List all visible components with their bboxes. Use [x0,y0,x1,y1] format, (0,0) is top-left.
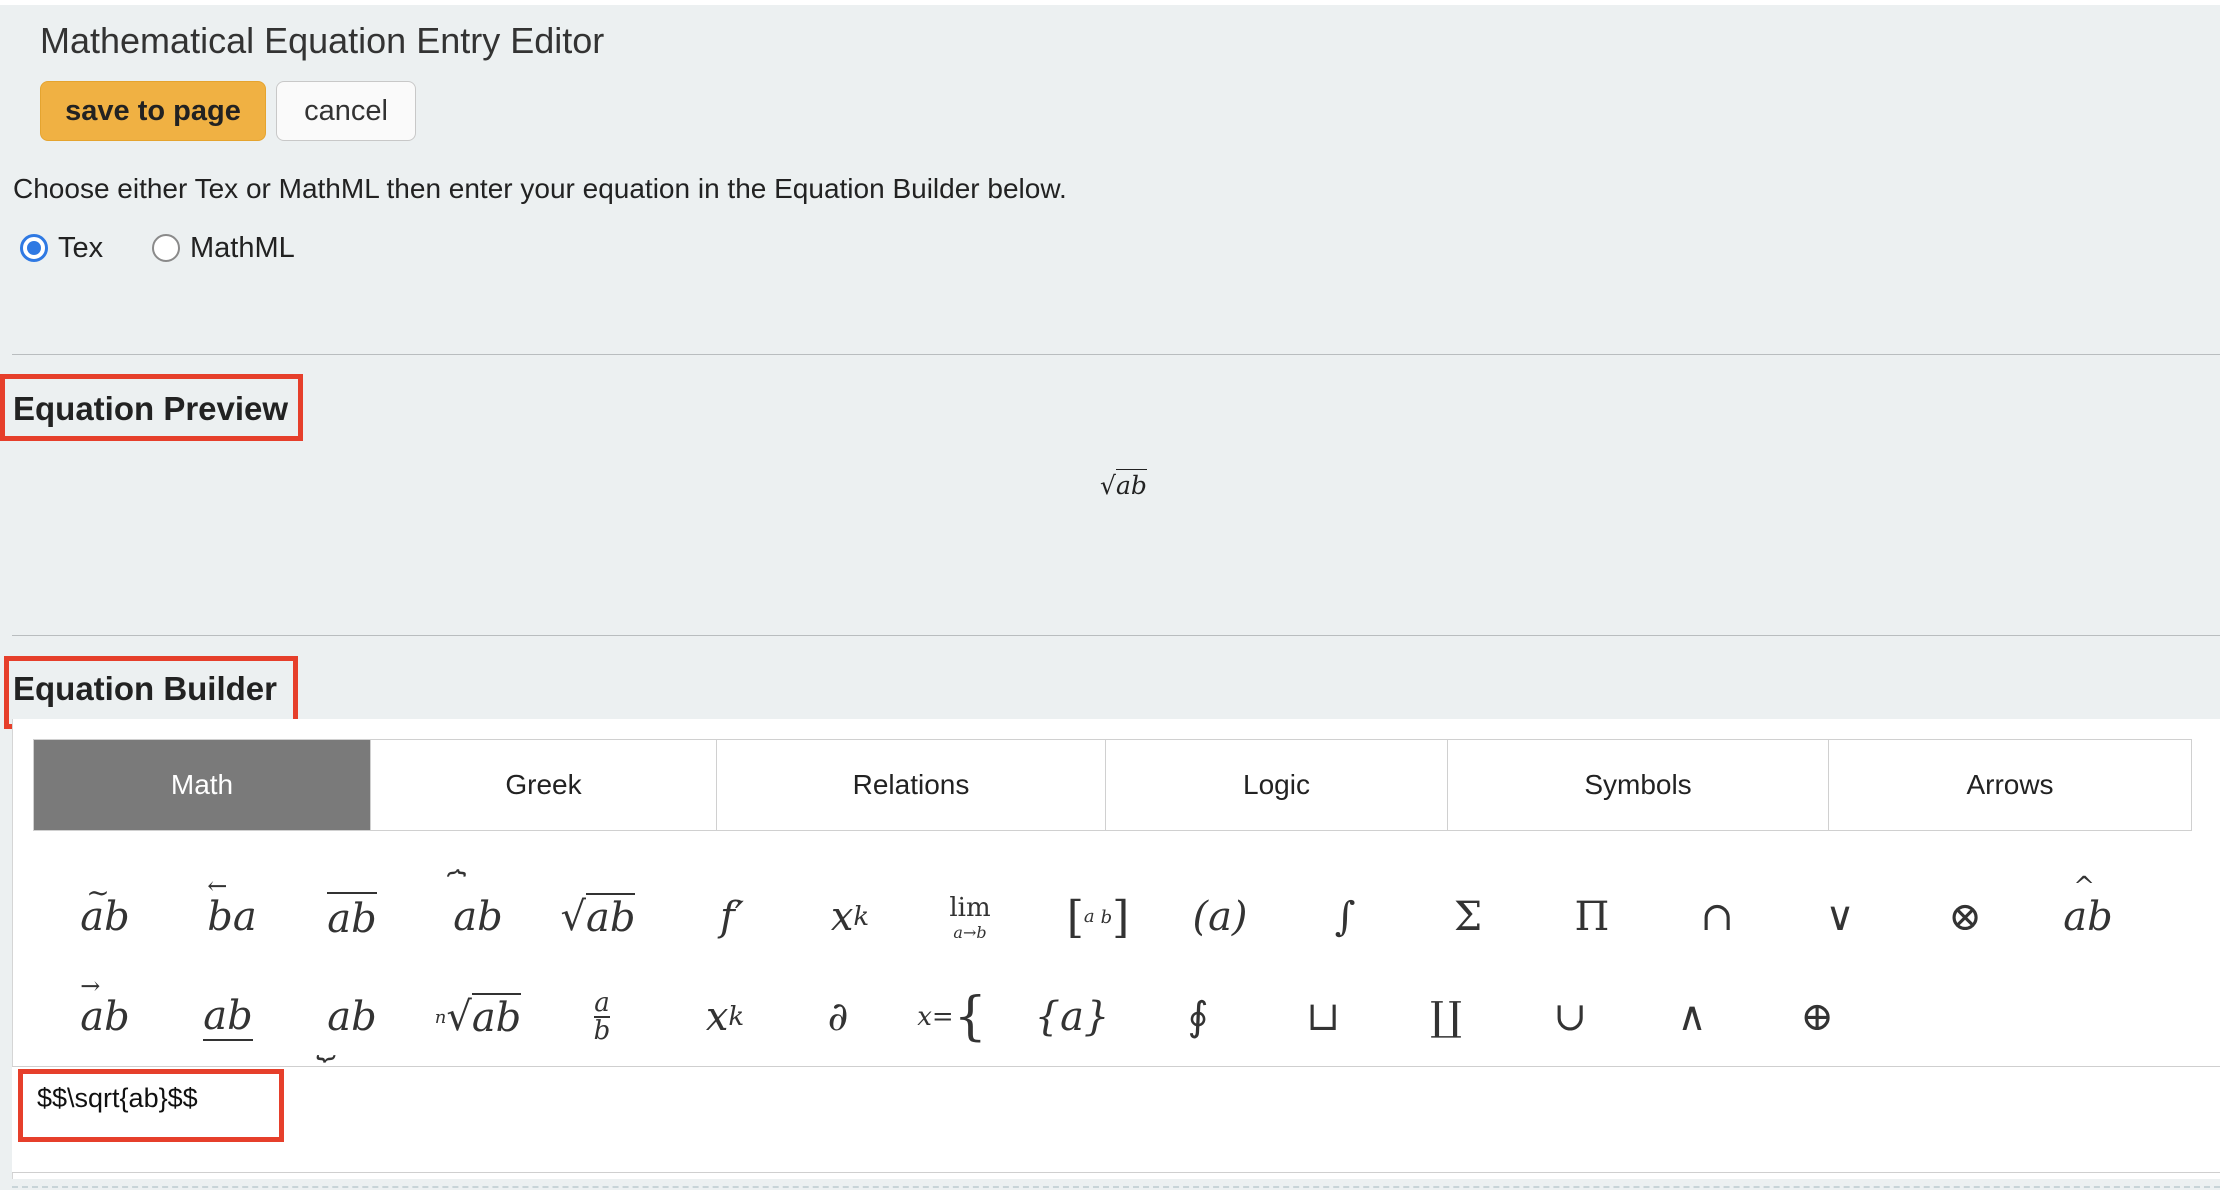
equation-input[interactable] [12,1067,2220,1173]
tex-radio[interactable] [20,234,48,262]
page-title: Mathematical Equation Entry Editor [40,20,605,61]
limit-button[interactable]: lim a→b [930,882,1010,952]
subscript-button[interactable]: xk [685,982,765,1052]
bottom-rule [12,1186,2220,1191]
equation-input-highlight [18,1069,284,1142]
instructions-text: Choose either Tex or MathML then enter y… [13,173,1067,204]
tab-logic[interactable]: Logic [1106,740,1448,830]
builder-tabs: Math Greek Relations Logic Symbols Arrow… [33,739,2192,831]
overrightarrow-button[interactable]: → ab [65,972,145,1052]
integral-button[interactable]: ∫ [1305,882,1385,952]
partial-button[interactable]: ∂ [798,982,878,1052]
tab-symbols[interactable]: Symbols [1448,740,1829,830]
matrix-button[interactable]: [a b] [1058,882,1138,952]
equation-preview: √ab [1100,469,1147,500]
tab-math[interactable]: Math [34,740,371,830]
overleftarrow-button[interactable]: ← ba [192,872,272,952]
bigcup-button[interactable]: ∪ [1530,982,1610,1052]
sqrt-sign: √ [1100,471,1116,500]
superscript-button[interactable]: xk [810,882,890,952]
underline-button[interactable]: ab [188,982,268,1052]
divider [12,635,2220,636]
save-button[interactable]: save to page [40,81,266,141]
preview-radicand: ab [1115,469,1147,500]
cancel-button[interactable]: cancel [276,81,416,141]
bigwedge-button[interactable]: ∧ [1652,982,1732,1052]
mathml-radio-label: MathML [190,231,295,264]
tilde-button[interactable]: ~ ab [65,876,145,952]
prime-button[interactable]: f′ [692,882,772,952]
sum-button[interactable]: Σ [1428,882,1508,952]
tab-greek[interactable]: Greek [371,740,717,830]
preview-heading-highlight [0,374,303,441]
bigvee-button[interactable]: ∨ [1800,882,1880,952]
bigcap-button[interactable]: ∩ [1677,882,1757,952]
tab-arrows[interactable]: Arrows [1829,740,2191,830]
braces-button[interactable]: {a} [1032,982,1112,1052]
tex-radio-option[interactable]: Tex [20,228,103,268]
coproduct-button[interactable]: ∐ [1406,982,1486,1052]
overbrace-button[interactable]: ⏞ ab [438,868,518,952]
tex-radio-label: Tex [58,231,104,264]
parentheses-button[interactable]: (a) [1180,882,1260,952]
mathml-radio-option[interactable]: MathML [152,228,295,268]
tab-relations[interactable]: Relations [717,740,1106,830]
product-button[interactable]: Π [1552,882,1632,952]
cases-button[interactable]: x ={ [912,982,992,1052]
widehat-button[interactable]: ^ ab [2048,872,2128,952]
overline-button[interactable]: ab [312,882,392,952]
divider [12,354,2220,355]
underbrace-button[interactable]: ab ⏟ [312,982,392,1061]
nth-root-button[interactable]: n √ ab [435,982,522,1052]
fraction-button[interactable]: ab [562,982,642,1052]
mathml-radio[interactable] [152,234,180,262]
bigoplus-button[interactable]: ⊕ [1777,982,1857,1052]
bigsqcup-button[interactable]: ⊔ [1283,982,1363,1052]
bigotimes-button[interactable]: ⊗ [1925,882,2005,952]
contour-integral-button[interactable]: ∮ [1158,982,1238,1052]
sqrt-button[interactable]: √ ab [558,882,638,952]
